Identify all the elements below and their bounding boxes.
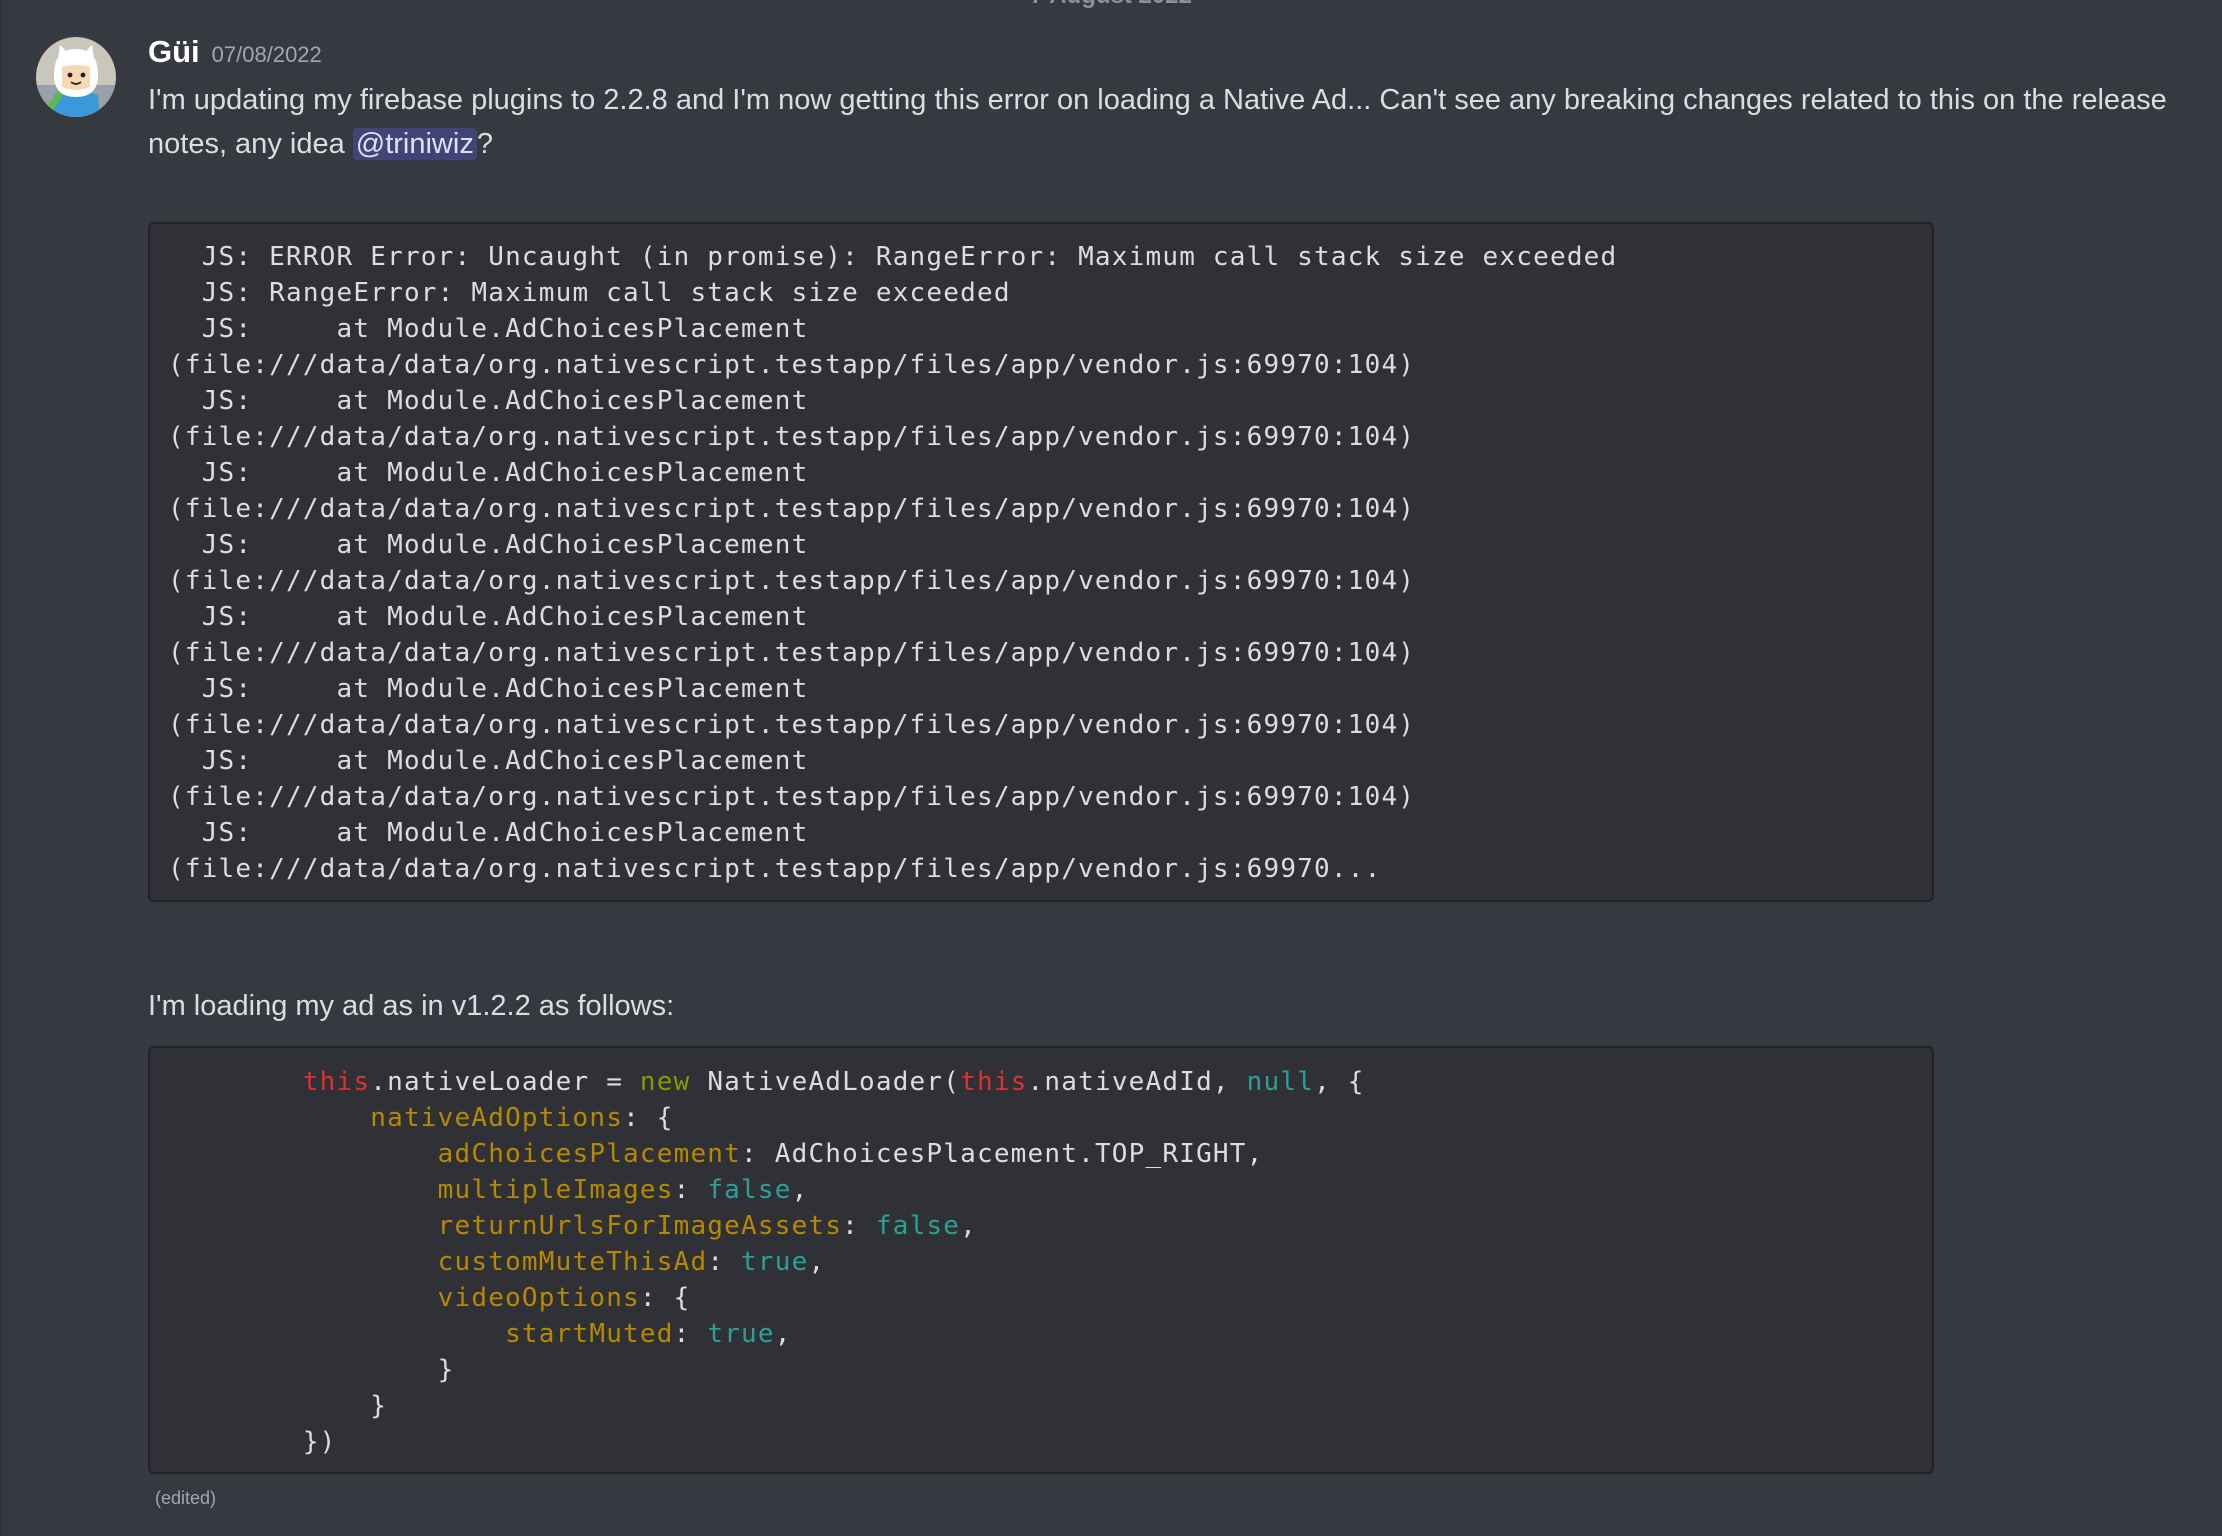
code-text: : <box>842 1211 876 1241</box>
code-property: startMuted <box>505 1319 674 1349</box>
code-line: JS: at Module.AdChoicesPlacement <box>168 746 809 776</box>
source-code: this.nativeLoader = new NativeAdLoader(t… <box>150 1048 1932 1460</box>
code-line: (file:///data/data/org.nativescript.test… <box>168 854 1382 884</box>
code-text: : <box>707 1247 742 1277</box>
code-property: customMuteThisAd <box>437 1247 708 1277</box>
code-line: (file:///data/data/org.nativescript.test… <box>168 638 1416 668</box>
message-text: I'm updating my firebase plugins to 2.2.… <box>148 78 2168 166</box>
code-line: JS: at Module.AdChoicesPlacement <box>168 818 809 848</box>
code-text: , <box>808 1247 826 1277</box>
code-line: (file:///data/data/org.nativescript.test… <box>168 710 1416 740</box>
code-line: (file:///data/data/org.nativescript.test… <box>168 566 1416 596</box>
code-text: .nativeAdId, <box>1027 1067 1247 1097</box>
code-line: } <box>168 1355 455 1385</box>
code-text: , <box>791 1175 809 1205</box>
code-text: , <box>774 1319 792 1349</box>
avatar-finn-icon <box>36 37 116 117</box>
code-text: : <box>673 1175 708 1205</box>
code-text: : <box>673 1319 708 1349</box>
date-divider-label: 7 August 2022 <box>1030 0 1192 9</box>
code-text: .nativeLoader = <box>370 1067 640 1097</box>
code-property: returnUrlsForImageAssets <box>437 1211 843 1241</box>
code-keyword-this: this <box>302 1067 371 1097</box>
message-timestamp[interactable]: 07/08/2022 <box>212 42 322 67</box>
code-text: NativeAdLoader( <box>690 1067 961 1097</box>
code-line: JS: RangeError: Maximum call stack size … <box>168 278 1011 308</box>
error-code-block: JS: ERROR Error: Uncaught (in promise): … <box>148 222 1934 902</box>
code-text: , { <box>1314 1067 1365 1097</box>
code-line: JS: at Module.AdChoicesPlacement <box>168 458 809 488</box>
author-name[interactable]: Güi <box>148 34 200 69</box>
code-text: : AdChoicesPlacement.TOP_RIGHT, <box>741 1139 1264 1169</box>
code-line: JS: at Module.AdChoicesPlacement <box>168 530 809 560</box>
user-mention[interactable]: @triniwiz <box>352 128 477 160</box>
code-line: } <box>168 1391 388 1421</box>
code-line: JS: at Module.AdChoicesPlacement <box>168 314 809 344</box>
code-literal: false <box>707 1175 792 1205</box>
code-text: : { <box>623 1103 674 1133</box>
code-text: : { <box>639 1283 691 1313</box>
code-property: adChoicesPlacement <box>437 1139 742 1169</box>
code-literal: true <box>707 1319 775 1349</box>
code-literal: false <box>875 1211 961 1241</box>
code-line: (file:///data/data/org.nativescript.test… <box>168 782 1416 812</box>
code-property: nativeAdOptions <box>370 1103 624 1133</box>
edited-label: (edited) <box>155 1488 217 1508</box>
code-line: (file:///data/data/org.nativescript.test… <box>168 494 1416 524</box>
code-line: (file:///data/data/org.nativescript.test… <box>168 350 1416 380</box>
code-text: , <box>960 1211 977 1241</box>
code-line: JS: at Module.AdChoicesPlacement <box>168 602 809 632</box>
message-header: Güi 07/08/2022 <box>148 34 322 70</box>
code-property: videoOptions <box>437 1283 640 1313</box>
code-line: }) <box>168 1427 337 1457</box>
error-output: JS: ERROR Error: Uncaught (in promise): … <box>150 224 1932 887</box>
code-line: JS: ERROR Error: Uncaught (in promise): … <box>168 242 1618 272</box>
date-divider: 7 August 2022 <box>0 0 2222 10</box>
message-text-part: ? <box>476 128 493 160</box>
code-property: multipleImages <box>437 1175 674 1205</box>
loading-text: I'm loading my ad as in v1.2.2 as follow… <box>148 990 675 1022</box>
code-literal-null: null <box>1246 1067 1315 1097</box>
code-keyword-new: new <box>639 1067 691 1097</box>
code-keyword-this: this <box>960 1067 1028 1097</box>
avatar[interactable] <box>36 37 116 117</box>
code-line: (file:///data/data/org.nativescript.test… <box>168 422 1416 452</box>
left-edge-divider <box>0 0 2 1536</box>
code-line: JS: at Module.AdChoicesPlacement <box>168 386 809 416</box>
source-code-block: this.nativeLoader = new NativeAdLoader(t… <box>148 1046 1934 1474</box>
code-literal: true <box>741 1247 809 1277</box>
code-line: JS: at Module.AdChoicesPlacement <box>168 674 809 704</box>
